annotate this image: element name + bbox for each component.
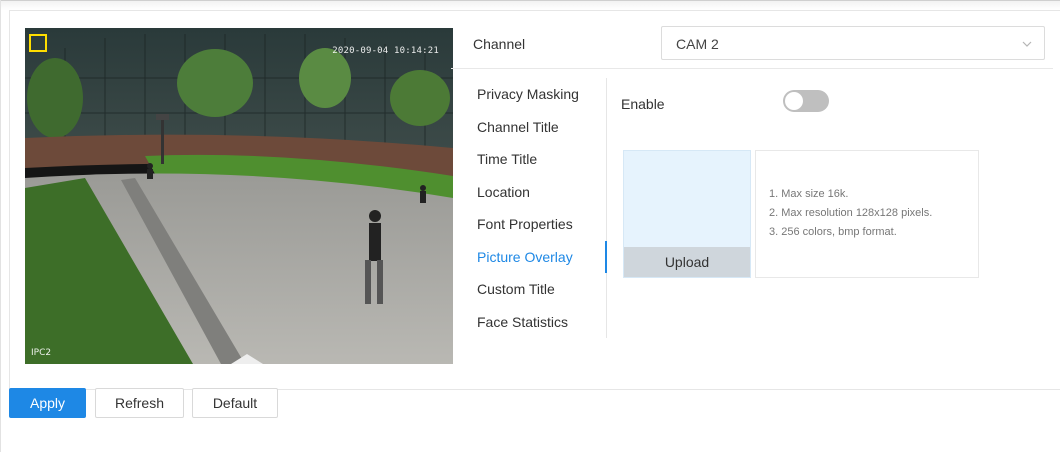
camera-scene-image [25,28,453,364]
toggle-knob [785,92,803,110]
apply-button[interactable]: Apply [9,388,86,418]
video-preview: 2020-09-04 10:14:21 IPC2 [25,28,453,364]
picture-overlay-region[interactable] [29,34,47,52]
menu-item-time-title[interactable]: Time Title [453,143,607,176]
menu-item-face-statistics[interactable]: Face Statistics [453,305,607,338]
menu-item-channel-title[interactable]: Channel Title [453,110,607,143]
requirement-item: 2. Max resolution 128x128 pixels. [769,207,933,219]
enable-toggle[interactable] [783,90,829,112]
upload-requirements: 1. Max size 16k. 2. Max resolution 128x1… [755,150,979,278]
requirement-item: 3. 256 colors, bmp format. [769,226,897,238]
default-button[interactable]: Default [192,388,278,418]
upload-button[interactable]: Upload [624,247,750,277]
page: 2020-09-04 10:14:21 IPC2 Channel CAM 2 P… [0,0,1060,452]
overlay-menu: Privacy Masking Channel Title Time Title Lo… [453,78,607,338]
refresh-button[interactable]: Refresh [95,388,184,418]
channel-select-value: CAM 2 [676,36,719,52]
enable-label: Enable [621,96,665,112]
menu-item-custom-title[interactable]: Custom Title [453,273,607,306]
chevron-down-icon [1022,41,1032,47]
menu-item-font-properties[interactable]: Font Properties [453,208,607,241]
top-divider [1,0,1060,10]
menu-item-location[interactable]: Location [453,175,607,208]
osd-channel-title: IPC2 [31,348,52,358]
osd-timestamp: 2020-09-04 10:14:21 [332,46,439,56]
divider [451,68,1053,69]
requirement-item: 1. Max size 16k. [769,188,849,200]
menu-item-picture-overlay[interactable]: Picture Overlay [453,240,607,273]
overlay-image-preview: Upload [623,150,751,278]
channel-select[interactable]: CAM 2 [661,26,1045,60]
menu-item-privacy-masking[interactable]: Privacy Masking [453,78,607,111]
channel-label: Channel [473,36,526,52]
